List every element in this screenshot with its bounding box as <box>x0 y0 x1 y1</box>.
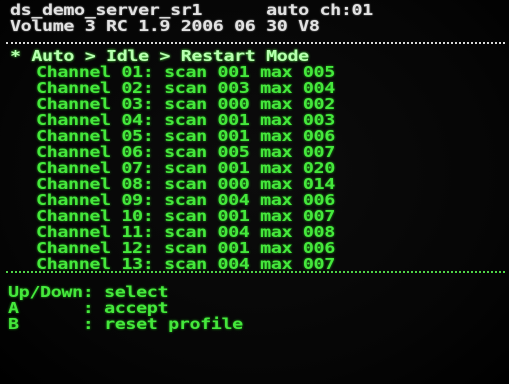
channel-max: max 020 <box>260 160 335 178</box>
help-row: A : accept <box>8 300 169 318</box>
channel-max: max 014 <box>260 176 335 194</box>
channel-label: Channel 02: <box>36 80 154 98</box>
channel-label: Channel 07: <box>36 160 154 178</box>
channel-max: max 004 <box>260 80 335 98</box>
channel-row[interactable]: Channel 05: scan 001 max 006 <box>36 128 335 146</box>
menu-breadcrumb[interactable]: * Auto > Idle > Restart Mode <box>10 49 309 64</box>
channel-scan: scan 001 <box>164 160 250 178</box>
channel-row[interactable]: Channel 02: scan 003 max 004 <box>36 80 335 98</box>
channel-scan: scan 001 <box>164 112 250 130</box>
channel-scan: scan 001 <box>164 240 250 258</box>
help-action: reset profile <box>104 316 243 334</box>
channel-row[interactable]: Channel 04: scan 001 max 003 <box>36 112 335 130</box>
channel-scan: scan 000 <box>164 96 250 114</box>
channel-max: max 008 <box>260 224 335 242</box>
channel-row[interactable]: Channel 10: scan 001 max 007 <box>36 208 335 226</box>
channel-label: Channel 10: <box>36 208 154 226</box>
channel-label: Channel 08: <box>36 176 154 194</box>
channel-row[interactable]: Channel 06: scan 005 max 007 <box>36 144 335 162</box>
channel-label: Channel 04: <box>36 112 154 130</box>
help-row: B : reset profile <box>8 316 243 334</box>
channel-max: max 006 <box>260 128 335 146</box>
channel-label: Channel 06: <box>36 144 154 162</box>
channel-max: max 002 <box>260 96 335 114</box>
channel-scan: scan 001 <box>164 208 250 226</box>
channel-row[interactable]: Channel 09: scan 004 max 006 <box>36 192 335 210</box>
channel-label: Channel 03: <box>36 96 154 114</box>
help-action: select <box>104 284 169 302</box>
channel-label: Channel 09: <box>36 192 154 210</box>
help-key: Up/Down: <box>8 284 94 302</box>
channel-scan: scan 001 <box>164 64 250 82</box>
channel-scan: scan 005 <box>164 144 250 162</box>
help-key: A : <box>8 300 94 318</box>
channel-scan: scan 004 <box>164 224 250 242</box>
help-row: Up/Down: select <box>8 284 169 302</box>
channel-max: max 005 <box>260 64 335 82</box>
channel-max: max 007 <box>260 144 335 162</box>
channel-scan: scan 003 <box>164 80 250 98</box>
channel-row[interactable]: Channel 08: scan 000 max 014 <box>36 176 335 194</box>
server-title: ds_demo_server_sr1 auto ch:01 <box>10 2 373 20</box>
channel-row[interactable]: Channel 03: scan 000 max 002 <box>36 96 335 114</box>
channel-max: max 007 <box>260 208 335 226</box>
help-divider <box>6 271 505 273</box>
version-info: Volume 3 RC 1.9 2006 06 30 V8 <box>10 18 320 36</box>
channel-scan: scan 004 <box>164 192 250 210</box>
header-divider <box>6 42 505 44</box>
channel-label: Channel 01: <box>36 64 154 82</box>
crt-screen: ds_demo_server_sr1 auto ch:01 Volume 3 R… <box>0 0 509 384</box>
help-key: B : <box>8 316 94 334</box>
channel-label: Channel 12: <box>36 240 154 258</box>
channel-scan: scan 001 <box>164 128 250 146</box>
channel-scan: scan 000 <box>164 176 250 194</box>
channel-row[interactable]: Channel 12: scan 001 max 006 <box>36 240 335 258</box>
channel-row[interactable]: Channel 01: scan 001 max 005 <box>36 64 335 82</box>
channel-label: Channel 11: <box>36 224 154 242</box>
channel-max: max 003 <box>260 112 335 130</box>
channel-max: max 006 <box>260 192 335 210</box>
help-action: accept <box>104 300 169 318</box>
channel-row[interactable]: Channel 11: scan 004 max 008 <box>36 224 335 242</box>
channel-row[interactable]: Channel 07: scan 001 max 020 <box>36 160 335 178</box>
channel-label: Channel 05: <box>36 128 154 146</box>
channel-max: max 006 <box>260 240 335 258</box>
